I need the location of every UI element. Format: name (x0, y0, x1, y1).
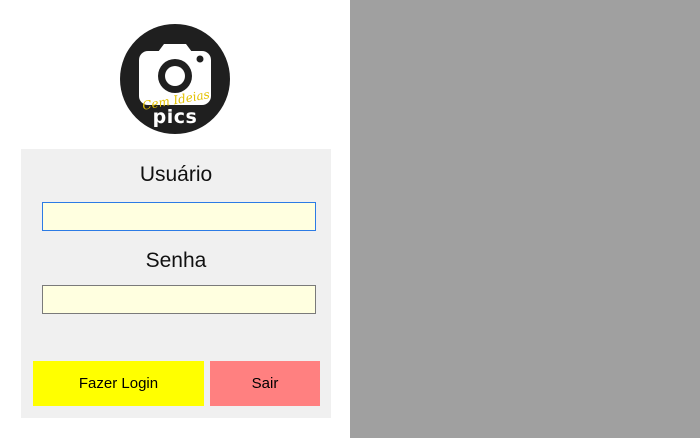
logo-word-text: pics (152, 106, 198, 128)
username-input[interactable] (42, 202, 316, 231)
login-form: Usuário Senha Fazer Login Sair (21, 149, 331, 418)
logo: Cem Ideias pics (120, 24, 230, 134)
username-label: Usuário (139, 163, 213, 186)
login-pane: Cem Ideias pics Usuário Senha Fazer Logi… (0, 0, 350, 438)
login-button[interactable]: Fazer Login (33, 361, 204, 406)
exit-button[interactable]: Sair (210, 361, 320, 406)
password-input[interactable] (42, 285, 316, 314)
background-panel (350, 0, 700, 438)
password-label: Senha (145, 249, 207, 272)
